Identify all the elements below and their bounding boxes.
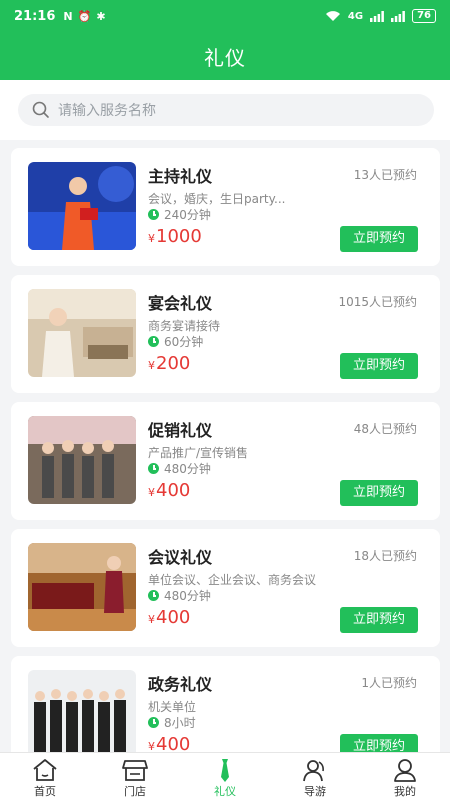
signal-bars-icon: [370, 10, 384, 22]
booked-count: 18人已预约: [353, 549, 417, 563]
service-title: 会议礼仪: [148, 548, 213, 567]
currency-symbol: ¥: [148, 486, 155, 499]
tab-label: 礼仪: [214, 785, 236, 798]
service-description: 机关单位: [148, 700, 197, 714]
status-left-icons: N ⏰ ✱: [63, 10, 105, 23]
price-amount: 200: [156, 353, 191, 374]
clock-icon: [148, 463, 159, 474]
store-icon: [122, 760, 148, 781]
duration-text: 60分钟: [164, 335, 204, 349]
duration-text: 8小时: [164, 716, 196, 730]
service-description: 商务宴请接待: [148, 319, 221, 333]
clock-icon: [148, 590, 159, 601]
service-title: 宴会礼仪: [148, 294, 213, 313]
tab-home[interactable]: 首页: [0, 753, 90, 800]
tab-label: 导游: [304, 785, 326, 798]
tab-label: 首页: [34, 785, 56, 798]
service-title: 主持礼仪: [148, 167, 213, 186]
profile-icon: [394, 759, 416, 782]
search-input[interactable]: [18, 94, 434, 126]
search-placeholder: [58, 100, 156, 120]
duration-text: 240分钟: [164, 208, 211, 222]
wifi-icon: [325, 11, 340, 21]
tie-icon: [221, 759, 229, 782]
signal-icon: 4G: [347, 10, 364, 22]
service-title: 政务礼仪: [148, 675, 213, 694]
status-time: 21:16: [14, 8, 56, 24]
service-price: ¥400: [148, 734, 190, 752]
clock-icon: [148, 717, 159, 728]
price-amount: 400: [156, 480, 191, 501]
service-image: [28, 162, 136, 250]
service-description: 产品推广/宣传销售: [148, 446, 249, 460]
booked-count: 13人已预约: [353, 168, 417, 182]
service-card[interactable]: 会议礼仪 18人已预约 单位会议、企业会议、商务会议 480分钟 ¥400 立即…: [11, 529, 440, 647]
service-title: 促销礼仪: [148, 421, 213, 440]
service-duration: 60分钟: [148, 333, 203, 350]
service-price: ¥400: [148, 480, 190, 501]
book-now-button[interactable]: 立即预约: [340, 353, 418, 379]
battery-icon: 76: [412, 9, 436, 23]
service-duration: 480分钟: [148, 460, 211, 477]
service-image: [28, 289, 136, 377]
currency-symbol: ¥: [148, 232, 155, 245]
service-image: [28, 543, 136, 631]
tab-guide[interactable]: 导游: [270, 753, 360, 800]
booked-count: 1015人已预约: [338, 295, 417, 309]
service-image: [28, 416, 136, 504]
currency-symbol: ¥: [148, 613, 155, 626]
nfc-icon: N: [63, 9, 73, 23]
booked-count: 48人已预约: [353, 422, 417, 436]
service-card[interactable]: 促销礼仪 48人已预约 产品推广/宣传销售 480分钟 ¥400 立即预约: [11, 402, 440, 520]
search-icon: [32, 101, 49, 118]
service-card[interactable]: 政务礼仪 1人已预约 机关单位 8小时 ¥400 立即预约: [11, 656, 440, 752]
status-bar: 21:16 N ⏰ ✱ 4G 76: [0, 0, 450, 32]
price-amount: 400: [156, 607, 191, 628]
clock-icon: [148, 336, 159, 347]
search-section: [0, 80, 450, 140]
duration-text: 480分钟: [164, 589, 211, 603]
service-price: ¥1000: [148, 226, 202, 247]
book-now-button[interactable]: 立即预约: [340, 607, 418, 633]
signal-bars-2-icon: [391, 10, 405, 22]
service-price: ¥200: [148, 353, 190, 374]
currency-symbol: ¥: [148, 740, 155, 752]
clock-icon: [148, 209, 159, 220]
service-image: [28, 670, 136, 752]
status-right: 4G 76: [325, 9, 436, 23]
bluetooth-icon: ✱: [96, 9, 106, 23]
book-now-button[interactable]: 立即预约: [340, 734, 418, 752]
service-card[interactable]: 主持礼仪 13人已预约 会议，婚庆，生日party... 240分钟 ¥1000…: [11, 148, 440, 266]
alarm-icon: ⏰: [77, 9, 92, 23]
service-description: 会议，婚庆，生日party...: [148, 192, 286, 206]
tab-etiquette[interactable]: 礼仪: [180, 753, 270, 800]
top-bar: 21:16 N ⏰ ✱ 4G 76 礼仪: [0, 0, 450, 80]
service-duration: 240分钟: [148, 206, 211, 223]
tab-label: 我的: [394, 785, 416, 798]
tab-profile[interactable]: 我的: [360, 753, 450, 800]
service-card[interactable]: 宴会礼仪 1015人已预约 商务宴请接待 60分钟 ¥200 立即预约: [11, 275, 440, 393]
tab-store[interactable]: 门店: [90, 753, 180, 800]
guide-icon: [303, 760, 324, 782]
home-icon: [33, 759, 57, 781]
duration-text: 480分钟: [164, 462, 211, 476]
service-price: ¥400: [148, 607, 190, 628]
price-amount: 400: [156, 734, 191, 752]
booked-count: 1人已预约: [361, 676, 417, 690]
service-description: 单位会议、企业会议、商务会议: [148, 573, 317, 587]
currency-symbol: ¥: [148, 359, 155, 372]
service-duration: 480分钟: [148, 587, 211, 604]
tab-label: 门店: [124, 785, 146, 798]
service-duration: 8小时: [148, 714, 196, 731]
price-amount: 1000: [156, 226, 202, 247]
book-now-button[interactable]: 立即预约: [340, 226, 418, 252]
page-title: 礼仪: [204, 46, 246, 70]
bottom-tab-bar: 首页 门店 礼仪 导游 我的: [0, 752, 450, 800]
service-list[interactable]: 主持礼仪 13人已预约 会议，婚庆，生日party... 240分钟 ¥1000…: [0, 140, 450, 752]
book-now-button[interactable]: 立即预约: [340, 480, 418, 506]
